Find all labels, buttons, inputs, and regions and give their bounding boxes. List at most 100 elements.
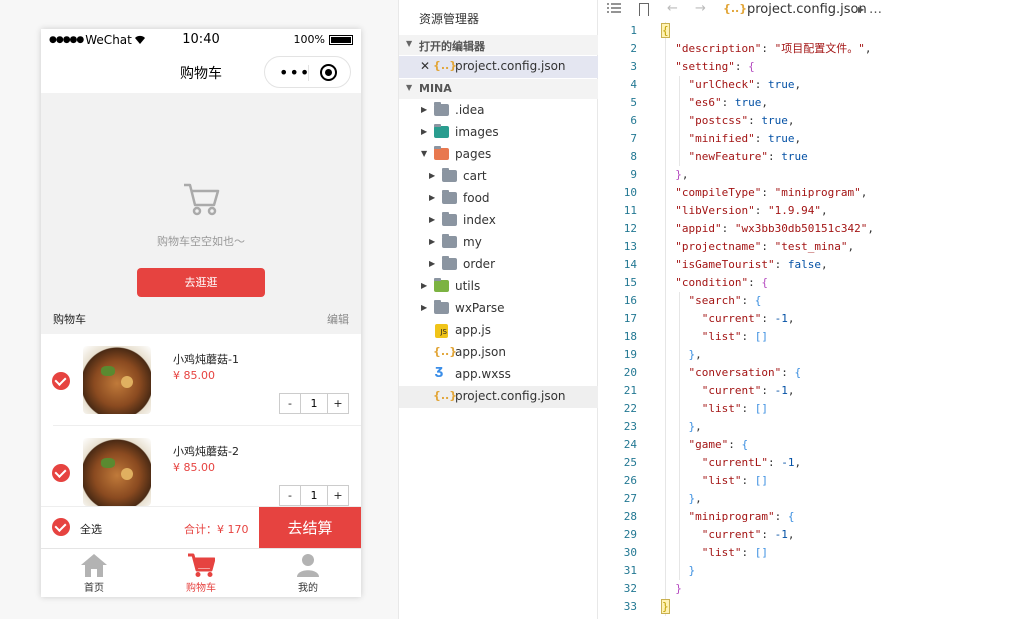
tab-label: 首页 — [84, 583, 104, 594]
editor-toolbar: ← → {..} project.config.json ▶ … — [599, 0, 1016, 22]
chevron-right-icon: ▶ — [421, 127, 428, 136]
js-file-icon: JS — [435, 324, 448, 338]
breadcrumb-more[interactable]: … — [869, 2, 882, 17]
section-label: MINA — [419, 82, 452, 95]
checkout-button[interactable]: 去结算 — [259, 507, 361, 549]
tree-item-label: app.json — [455, 345, 506, 359]
decrement-button[interactable]: - — [280, 486, 300, 505]
line-text: "minified": true, — [688, 132, 802, 145]
line-number: 11 — [623, 204, 637, 217]
json-file-icon: {..} — [433, 59, 458, 72]
folder-icon — [442, 212, 457, 226]
code-line: 5 "es6": true, — [599, 94, 1016, 112]
code-line: 9 }, — [599, 166, 1016, 184]
code-line: 8 "newFeature": true — [599, 148, 1016, 166]
line-text: "compileType": "miniprogram", — [675, 186, 868, 199]
more-icon[interactable]: ••• — [279, 63, 310, 82]
tree-item-my[interactable]: ▶ my — [399, 232, 598, 254]
line-text: "projectname": "test_mina", — [675, 240, 855, 253]
chevron-right-icon: ▶ — [421, 303, 428, 312]
tab-my[interactable]: 我的 — [255, 549, 361, 597]
tree-item-app-js[interactable]: JS app.js — [399, 320, 598, 342]
checkout-bar: 全选 合计：¥ 170 去结算 — [41, 506, 361, 549]
empty-cart-panel: 购物车空空如也～ 去逛逛 — [41, 93, 361, 306]
increment-button[interactable]: + — [328, 394, 348, 413]
tree-item-utils[interactable]: ▶ utils — [399, 276, 598, 298]
item-name: 小鸡炖蘑菇-1 — [173, 353, 239, 366]
code-line: 3 "setting": { — [599, 58, 1016, 76]
go-shopping-button[interactable]: 去逛逛 — [137, 268, 265, 297]
open-editor-item[interactable]: ✕ {..} project.config.json — [399, 56, 598, 78]
folder-icon — [442, 234, 457, 248]
tree-item-food[interactable]: ▶ food — [399, 188, 598, 210]
line-text: "list": [] — [701, 546, 768, 559]
pages-folder-icon — [434, 146, 449, 160]
explorer-title: 资源管理器 — [419, 12, 480, 26]
code-editor: ← → {..} project.config.json ▶ … 1{2 "de… — [599, 0, 1016, 619]
open-editors-section[interactable]: ▼ 打开的编辑器 — [399, 35, 598, 55]
line-number: 27 — [623, 492, 637, 505]
decrement-button[interactable]: - — [280, 394, 300, 413]
tree-item-project-config[interactable]: {..} project.config.json — [399, 386, 598, 408]
bookmark-icon[interactable] — [639, 3, 649, 16]
utils-folder-icon — [434, 278, 449, 292]
food-image — [83, 438, 151, 506]
food-image — [83, 346, 151, 414]
line-text: }, — [688, 420, 702, 433]
line-text: "conversation": { — [688, 366, 802, 379]
line-text: "current": -1, — [701, 312, 795, 325]
breadcrumb-file[interactable]: project.config.json — [747, 2, 867, 17]
select-all-checkbox[interactable] — [52, 518, 70, 536]
line-text: "es6": true, — [688, 96, 769, 109]
code-line: 27 }, — [599, 490, 1016, 508]
code-line: 18 "list": [] — [599, 328, 1016, 346]
line-text: }, — [688, 492, 702, 505]
breadcrumb-separator-icon: ▶ — [858, 5, 865, 14]
line-number: 23 — [623, 420, 637, 433]
close-icon[interactable]: ✕ — [420, 59, 430, 73]
menu-capsule[interactable]: ••• — [264, 56, 351, 88]
forward-arrow-icon[interactable]: → — [695, 1, 706, 16]
tree-item-cart[interactable]: ▶ cart — [399, 166, 598, 188]
edit-button[interactable]: 编辑 — [327, 311, 349, 327]
quantity-input[interactable]: 1 — [300, 394, 328, 413]
tree-item-pages[interactable]: ▼ pages — [399, 144, 598, 166]
tree-item-app-wxss[interactable]: Ʒ app.wxss — [399, 364, 598, 386]
code-line: 23 }, — [599, 418, 1016, 436]
project-section[interactable]: ▼ MINA — [399, 79, 598, 99]
tree-item-order[interactable]: ▶ order — [399, 254, 598, 276]
close-miniprogram-icon[interactable] — [320, 64, 337, 81]
quantity-input[interactable]: 1 — [300, 486, 328, 505]
outline-icon[interactable] — [607, 3, 621, 15]
tree-item-wxparse[interactable]: ▶ wxParse — [399, 298, 598, 320]
item-checkbox[interactable] — [52, 372, 70, 390]
line-text: "search": { — [688, 294, 762, 307]
chevron-right-icon: ▶ — [429, 259, 436, 268]
item-checkbox[interactable] — [52, 464, 70, 482]
tree-item-label: app.wxss — [455, 367, 511, 381]
tree-item-idea[interactable]: ▶ .idea — [399, 100, 598, 122]
chevron-right-icon: ▶ — [429, 171, 436, 180]
line-text: } — [661, 599, 670, 614]
code-line: 12 "appid": "wx3bb30db50151c342", — [599, 220, 1016, 238]
increment-button[interactable]: + — [328, 486, 348, 505]
line-text: "appid": "wx3bb30db50151c342", — [675, 222, 874, 235]
line-text: "newFeature": true — [688, 150, 808, 163]
tree-item-index[interactable]: ▶ index — [399, 210, 598, 232]
tree-item-images[interactable]: ▶ images — [399, 122, 598, 144]
phone-frame: ●●●●● WeChat 10:40 100% 购物车 ••• 购物车空空如也～… — [41, 29, 361, 597]
tree-item-app-json[interactable]: {..} app.json — [399, 342, 598, 364]
code-line: 15 "condition": { — [599, 274, 1016, 292]
battery-level — [331, 36, 351, 43]
code-area[interactable]: 1{2 "description": "项目配置文件。", 3 "setting"… — [599, 22, 1016, 616]
tab-home[interactable]: 首页 — [41, 549, 147, 597]
select-all-label[interactable]: 全选 — [80, 521, 102, 537]
cart-section-title: 购物车 — [53, 313, 86, 326]
json-file-icon: {..} — [433, 389, 458, 402]
item-name: 小鸡炖蘑菇-2 — [173, 445, 239, 458]
line-number: 17 — [623, 312, 637, 325]
code-line: 2 "description": "项目配置文件。", — [599, 40, 1016, 58]
tab-cart[interactable]: 购物车 — [148, 549, 254, 597]
code-line: 25 "currentL": -1, — [599, 454, 1016, 472]
back-arrow-icon[interactable]: ← — [667, 1, 678, 16]
